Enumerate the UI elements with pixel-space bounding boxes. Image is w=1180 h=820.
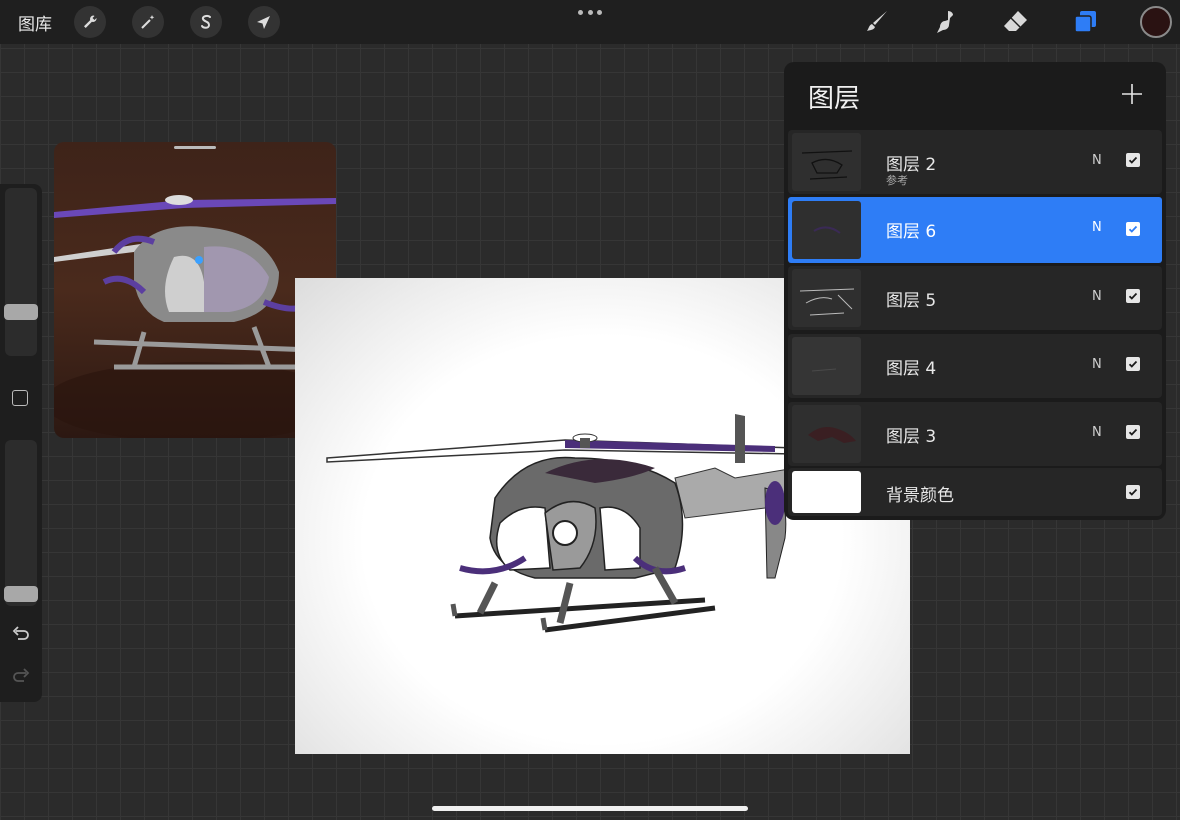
layer-blend-mode[interactable]: N bbox=[1092, 153, 1102, 168]
layer-thumbnail bbox=[792, 201, 861, 259]
layer-row-selected[interactable]: 图层 6 N bbox=[788, 197, 1162, 263]
home-indicator[interactable] bbox=[432, 806, 748, 811]
brush-size-slider[interactable] bbox=[4, 188, 38, 356]
selection-icon[interactable] bbox=[190, 6, 222, 38]
layer-visibility-checkbox[interactable] bbox=[1126, 222, 1140, 236]
layers-icon[interactable] bbox=[1070, 7, 1100, 37]
eraser-icon[interactable] bbox=[1000, 7, 1030, 37]
modify-button[interactable] bbox=[12, 390, 28, 406]
reference-drag-handle[interactable] bbox=[174, 146, 216, 149]
layer-blend-mode[interactable]: N bbox=[1092, 220, 1102, 235]
layer-name: 背景颜色 bbox=[886, 486, 954, 506]
layer-name: 图层 3 bbox=[886, 427, 937, 447]
undo-icon[interactable] bbox=[10, 624, 32, 646]
layer-thumbnail bbox=[792, 405, 861, 463]
layer-row[interactable]: 图层 4 N bbox=[788, 334, 1162, 398]
layers-panel: 图层 图层 2 参考 N 图层 6 N 图层 5 N 图层 4 N 图层 3 N… bbox=[784, 62, 1166, 520]
reference-window[interactable] bbox=[54, 142, 336, 438]
more-options-icon[interactable] bbox=[578, 6, 602, 18]
gallery-button[interactable]: 图库 bbox=[18, 10, 52, 35]
layer-visibility-checkbox[interactable] bbox=[1126, 425, 1140, 439]
brush-icon[interactable] bbox=[862, 7, 892, 37]
layer-name: 图层 6 bbox=[886, 222, 937, 242]
redo-icon[interactable] bbox=[10, 666, 32, 688]
layer-blend-mode[interactable]: N bbox=[1092, 425, 1102, 440]
layer-visibility-checkbox[interactable] bbox=[1126, 485, 1140, 499]
reference-helicopter-image bbox=[54, 195, 336, 438]
add-layer-icon[interactable] bbox=[1118, 80, 1146, 108]
layer-row[interactable]: 图层 5 N bbox=[788, 266, 1162, 330]
layer-blend-mode[interactable]: N bbox=[1092, 357, 1102, 372]
layer-thumbnail bbox=[792, 269, 861, 327]
smudge-icon[interactable] bbox=[930, 7, 960, 37]
layer-visibility-checkbox[interactable] bbox=[1126, 357, 1140, 371]
layer-blend-mode[interactable]: N bbox=[1092, 289, 1102, 304]
layer-thumbnail bbox=[792, 471, 861, 513]
layer-thumbnail bbox=[792, 337, 861, 395]
layers-panel-title: 图层 bbox=[808, 84, 861, 114]
color-picker-button[interactable] bbox=[1140, 6, 1172, 38]
brush-opacity-slider[interactable] bbox=[4, 440, 38, 606]
layer-reference-label: 参考 bbox=[886, 174, 908, 187]
transform-arrow-icon[interactable] bbox=[248, 6, 280, 38]
layer-visibility-checkbox[interactable] bbox=[1126, 289, 1140, 303]
top-toolbar: 图库 bbox=[0, 0, 1180, 44]
left-sidebar bbox=[0, 184, 42, 702]
layer-row[interactable]: 图层 3 N bbox=[788, 402, 1162, 466]
layer-name: 图层 5 bbox=[886, 291, 937, 311]
background-color-row[interactable]: 背景颜色 bbox=[788, 468, 1162, 516]
brush-size-thumb[interactable] bbox=[4, 304, 38, 320]
brush-opacity-thumb[interactable] bbox=[4, 586, 38, 602]
layer-row[interactable]: 图层 2 参考 N bbox=[788, 130, 1162, 194]
layer-name: 图层 4 bbox=[886, 359, 937, 379]
layer-visibility-checkbox[interactable] bbox=[1126, 153, 1140, 167]
magic-wand-icon[interactable] bbox=[132, 6, 164, 38]
wrench-icon[interactable] bbox=[74, 6, 106, 38]
layer-thumbnail bbox=[792, 133, 861, 191]
